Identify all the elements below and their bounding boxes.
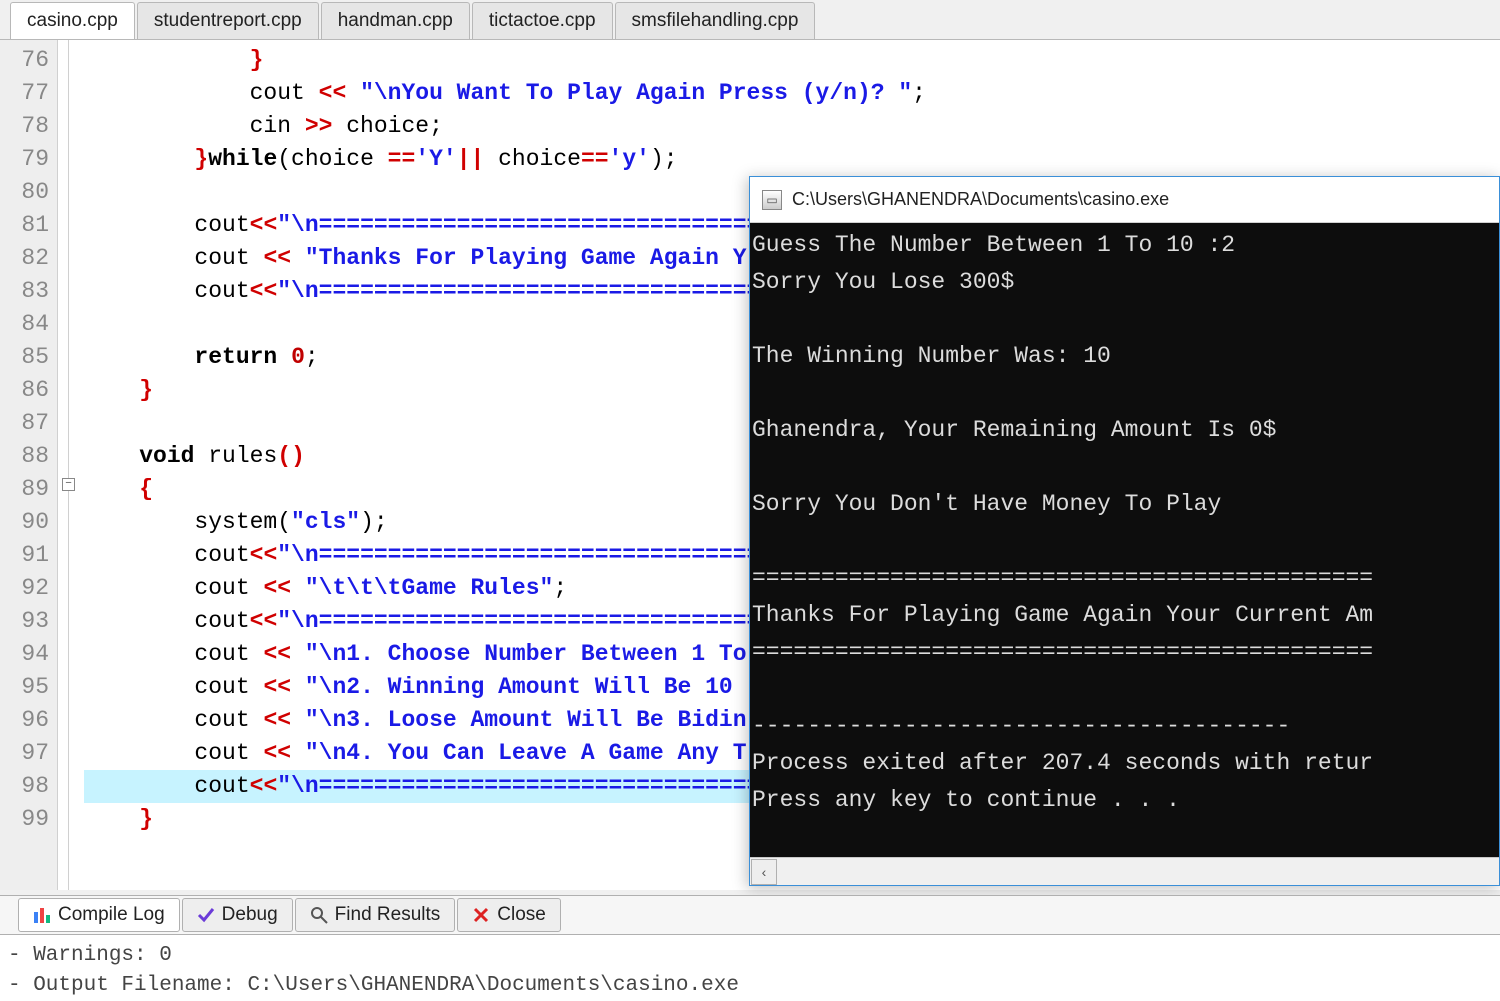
line-number: 79 xyxy=(0,143,49,176)
line-gutter: 7677787980818283848586878889909192939495… xyxy=(0,40,58,890)
console-output[interactable]: Guess The Number Between 1 To 10 :2 Sorr… xyxy=(750,223,1499,857)
output-pane: - Warnings: 0 - Output Filename: C:\User… xyxy=(0,935,1500,1001)
code-line[interactable]: cin >> choice; xyxy=(84,110,1500,143)
line-number: 92 xyxy=(0,572,49,605)
bottom-tabs: Compile Log Debug Find Results Close xyxy=(0,895,1500,935)
tab-find-results[interactable]: Find Results xyxy=(295,898,456,932)
output-line: - Warnings: 0 xyxy=(8,941,1494,971)
line-number: 82 xyxy=(0,242,49,275)
line-number: 95 xyxy=(0,671,49,704)
line-number: 80 xyxy=(0,176,49,209)
line-number: 86 xyxy=(0,374,49,407)
tab-debug-label: Debug xyxy=(222,904,278,926)
code-line[interactable]: cout << "\nYou Want To Play Again Press … xyxy=(84,77,1500,110)
tab-compile-log[interactable]: Compile Log xyxy=(18,898,180,932)
line-number: 83 xyxy=(0,275,49,308)
scroll-left-icon[interactable]: ‹ xyxy=(751,859,777,885)
line-number: 91 xyxy=(0,539,49,572)
tab-close[interactable]: Close xyxy=(457,898,561,932)
fold-box-icon[interactable]: − xyxy=(62,478,75,491)
line-number: 90 xyxy=(0,506,49,539)
console-app-icon: ▭ xyxy=(762,190,782,210)
tab-compile-log-label: Compile Log xyxy=(58,904,165,926)
line-number: 77 xyxy=(0,77,49,110)
file-tab[interactable]: tictactoe.cpp xyxy=(472,2,613,39)
tab-find-label: Find Results xyxy=(335,904,441,926)
fold-column[interactable]: − xyxy=(58,40,80,890)
console-hscrollbar[interactable]: ‹ xyxy=(750,857,1499,885)
line-number: 87 xyxy=(0,407,49,440)
line-number: 96 xyxy=(0,704,49,737)
file-tabs: casino.cppstudentreport.cpphandman.cppti… xyxy=(0,0,1500,40)
line-number: 94 xyxy=(0,638,49,671)
console-title-text: C:\Users\GHANENDRA\Documents\casino.exe xyxy=(792,189,1169,210)
close-icon xyxy=(472,906,490,924)
search-icon xyxy=(310,906,328,924)
line-number: 89 xyxy=(0,473,49,506)
line-number: 88 xyxy=(0,440,49,473)
tab-debug[interactable]: Debug xyxy=(182,898,293,932)
file-tab[interactable]: handman.cpp xyxy=(321,2,470,39)
code-line[interactable]: }while(choice =='Y'|| choice=='y'); xyxy=(84,143,1500,176)
code-line[interactable]: } xyxy=(84,44,1500,77)
file-tab[interactable]: casino.cpp xyxy=(10,2,135,39)
file-tab[interactable]: smsfilehandling.cpp xyxy=(615,2,816,39)
log-icon xyxy=(33,906,51,924)
console-window[interactable]: ▭ C:\Users\GHANENDRA\Documents\casino.ex… xyxy=(749,176,1500,886)
line-number: 84 xyxy=(0,308,49,341)
check-icon xyxy=(197,906,215,924)
line-number: 85 xyxy=(0,341,49,374)
line-number: 81 xyxy=(0,209,49,242)
tab-close-label: Close xyxy=(497,904,546,926)
line-number: 97 xyxy=(0,737,49,770)
line-number: 93 xyxy=(0,605,49,638)
line-number: 99 xyxy=(0,803,49,836)
file-tab[interactable]: studentreport.cpp xyxy=(137,2,319,39)
output-line: - Output Filename: C:\Users\GHANENDRA\Do… xyxy=(8,971,1494,1001)
line-number: 98 xyxy=(0,770,49,803)
line-number: 78 xyxy=(0,110,49,143)
console-titlebar[interactable]: ▭ C:\Users\GHANENDRA\Documents\casino.ex… xyxy=(750,177,1499,223)
line-number: 76 xyxy=(0,44,49,77)
